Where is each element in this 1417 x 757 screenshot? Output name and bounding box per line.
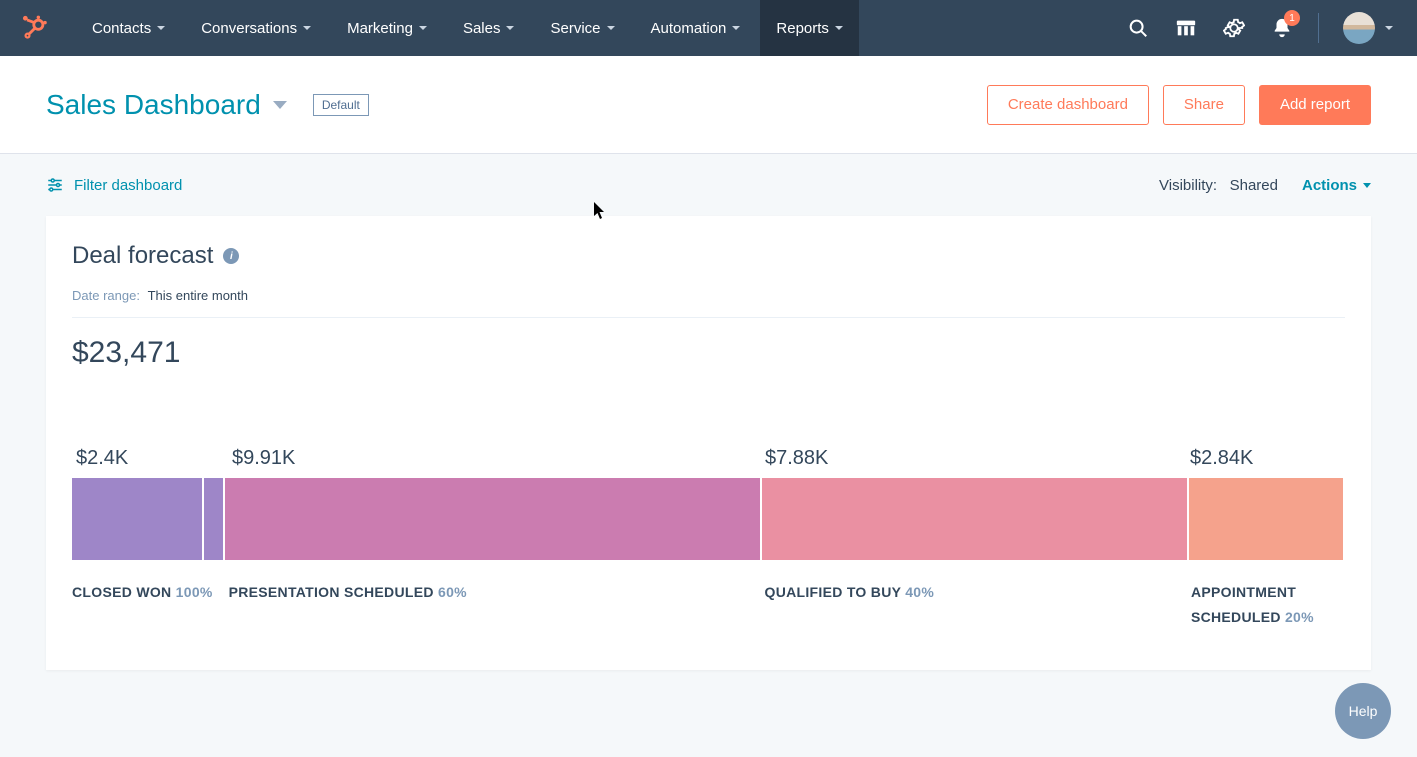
stage-name: CLOSED WON [72,584,176,600]
chevron-down-icon [607,26,615,30]
top-nav: Contacts Conversations Marketing Sales Servi… [0,0,1417,56]
filter-icon [46,176,64,194]
segment-value: $2.4K [76,447,128,470]
nav-item-label: Contacts [92,20,151,37]
dashboard-title: Sales Dashboard [46,89,261,121]
stage-label-wrap: APPOINTMENT SCHEDULED 20% [1191,580,1345,630]
nav-item-label: Service [550,20,600,37]
notification-badge: 1 [1284,10,1300,26]
chevron-down-icon [273,101,287,109]
chevron-down-icon [303,26,311,30]
nav-item-conversations[interactable]: Conversations [185,0,327,56]
segment-value: $2.84K [1190,447,1253,470]
add-report-button[interactable]: Add report [1259,85,1371,125]
notifications-icon[interactable]: 1 [1270,16,1294,40]
stage-name: APPOINTMENT SCHEDULED [1191,584,1296,625]
filter-row: Filter dashboard Visibility: Shared Acti… [0,154,1417,216]
chevron-down-icon [732,26,740,30]
stage-label-wrap: PRESENTATION SCHEDULED 60% [229,580,765,630]
card-title: Deal forecast [72,242,213,270]
stage-name: PRESENTATION SCHEDULED [229,584,438,600]
forecast-total: $23,471 [72,336,1345,370]
nav-item-label: Conversations [201,20,297,37]
visibility: Visibility: Shared [1159,177,1278,194]
forecast-chart: $2.4K$9.91K$7.88K$2.84K CLOSED WON 100%P… [72,440,1345,630]
segment-qualified-to-buy[interactable] [762,478,1187,560]
card-title-row: Deal forecast i [72,242,1345,270]
stage-label-wrap: QUALIFIED TO BUY 40% [765,580,1191,630]
chevron-down-icon [835,26,843,30]
segment-appointment-scheduled[interactable] [1189,478,1343,560]
visibility-label: Visibility: [1159,177,1217,194]
stage-pct: 100% [176,584,213,600]
date-range: Date range: This entire month [72,288,1345,318]
account-menu[interactable] [1343,12,1393,44]
avatar [1343,12,1375,44]
segment-value: $9.91K [232,447,295,470]
nav-item-label: Marketing [347,20,413,37]
nav-item-label: Automation [651,20,727,37]
help-button[interactable]: Help [1335,683,1391,739]
nav-item-label: Sales [463,20,501,37]
actions-menu[interactable]: Actions [1302,177,1371,194]
date-range-value: This entire month [148,288,248,303]
nav-menu: Contacts Conversations Marketing Sales Servi… [76,0,859,56]
help-label: Help [1349,703,1378,719]
stage-pct: 60% [438,584,467,600]
nav-item-service[interactable]: Service [534,0,630,56]
nav-item-marketing[interactable]: Marketing [331,0,443,56]
chevron-down-icon [1363,183,1371,188]
date-range-label: Date range: [72,288,140,303]
create-dashboard-button[interactable]: Create dashboard [987,85,1149,125]
chevron-down-icon [506,26,514,30]
info-icon[interactable]: i [223,248,239,264]
chevron-down-icon [1385,26,1393,30]
settings-icon[interactable] [1222,16,1246,40]
filter-label: Filter dashboard [74,177,182,194]
segment-closed-won[interactable] [72,478,202,560]
segment-value: $7.88K [765,447,828,470]
nav-item-reports[interactable]: Reports [760,0,859,56]
chevron-down-icon [157,26,165,30]
segment-presentation-scheduled[interactable] [225,478,760,560]
hubspot-logo[interactable] [20,14,48,42]
dashboard-switcher[interactable]: Sales Dashboard [46,89,287,121]
chevron-down-icon [419,26,427,30]
nav-separator [1318,13,1319,43]
deal-forecast-card: Deal forecast i Date range: This entire … [46,216,1371,670]
actions-label: Actions [1302,177,1357,194]
nav-item-contacts[interactable]: Contacts [76,0,181,56]
default-tag: Default [313,94,369,116]
stage-label-wrap: CLOSED WON 100% [72,580,229,630]
segment-closed-won-extra[interactable] [204,478,223,560]
stage-pct: 20% [1285,609,1314,625]
search-icon[interactable] [1126,16,1150,40]
visibility-value: Shared [1230,177,1278,194]
stage-name: QUALIFIED TO BUY [765,584,906,600]
dashboard-header: Sales Dashboard Default Create dashboard… [0,56,1417,154]
nav-item-label: Reports [776,20,829,37]
nav-item-sales[interactable]: Sales [447,0,531,56]
nav-item-automation[interactable]: Automation [635,0,757,56]
filter-dashboard-link[interactable]: Filter dashboard [46,176,182,194]
share-button[interactable]: Share [1163,85,1245,125]
marketplace-icon[interactable] [1174,16,1198,40]
stage-pct: 40% [905,584,934,600]
